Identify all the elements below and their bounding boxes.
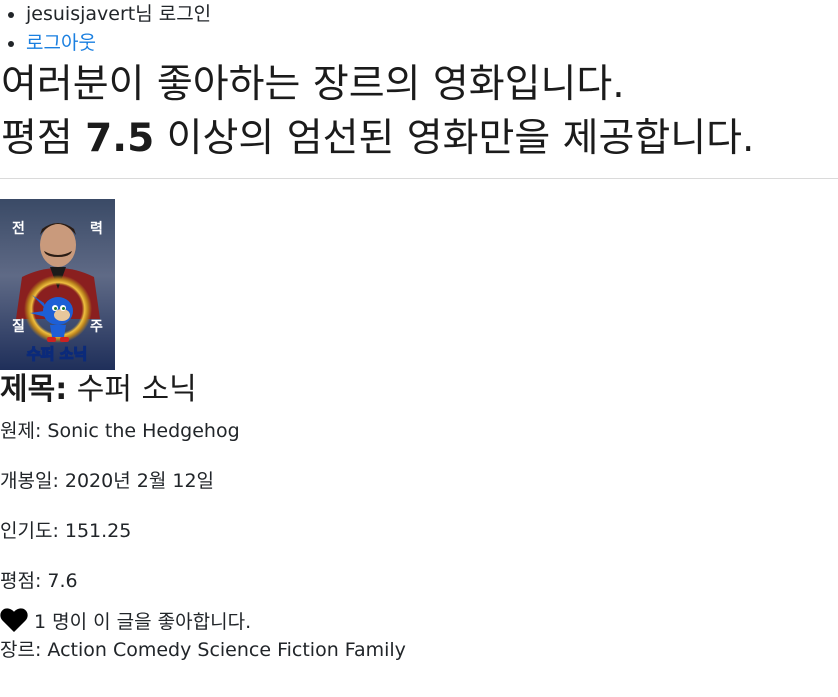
- page-heading-line1: 여러분이 좋아하는 장르의 영화입니다.: [1, 62, 625, 107]
- like-row: 1 명이 이 글을 좋아합니다.: [0, 607, 838, 638]
- popularity: 인기도: 151.25: [0, 520, 132, 542]
- page-heading-line2: 평점 7.5 이상의 엄선된 영화만을 제공합니다.: [0, 112, 838, 166]
- original-title: 원제: Sonic the Hedgehog: [0, 420, 240, 442]
- rating: 평점: 7.6: [0, 570, 78, 592]
- heading-suffix: 이상의 엄선된 영화만을 제공합니다.: [154, 116, 755, 161]
- svg-text:질: 질: [12, 319, 25, 335]
- genres: 장르: Action Comedy Science Fiction Family: [0, 639, 406, 661]
- movie-title: 제목: 수퍼 소닉: [0, 370, 838, 410]
- movie-title-label: 제목:: [0, 372, 68, 407]
- movie-poster: 전 력 질 주 수퍼 소닉: [0, 199, 115, 370]
- svg-text:수퍼 소닉: 수퍼 소닉: [27, 345, 87, 363]
- movie-card: 전 력 질 주 수퍼 소닉 제목: 수퍼 소닉 원제: Sonic the He…: [0, 199, 838, 662]
- heart-icon[interactable]: [0, 608, 28, 633]
- heading-rating: 7.5: [85, 116, 155, 161]
- svg-text:전: 전: [12, 220, 25, 237]
- divider: [0, 178, 838, 179]
- user-nav: jesuisjavert님 로그인 로그아웃: [0, 0, 838, 58]
- likes-text: 1 명이 이 글을 좋아합니다.: [28, 611, 252, 633]
- release-date: 개봉일: 2020년 2월 12일: [0, 470, 215, 492]
- user-greeting: jesuisjavert님 로그인: [26, 3, 212, 25]
- movie-title-value: 수퍼 소닉: [67, 372, 197, 407]
- svg-text:주: 주: [90, 319, 103, 335]
- nav-item-greeting: jesuisjavert님 로그인: [26, 0, 838, 29]
- heading-prefix: 평점: [1, 116, 86, 161]
- nav-item-logout[interactable]: 로그아웃: [26, 29, 838, 58]
- logout-link[interactable]: 로그아웃: [26, 32, 96, 54]
- svg-text:력: 력: [90, 221, 103, 237]
